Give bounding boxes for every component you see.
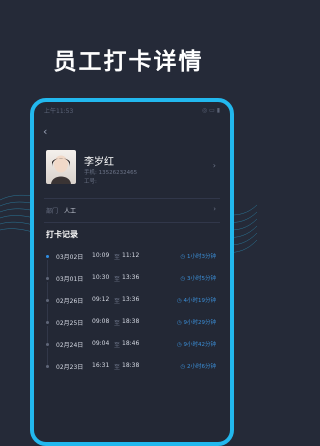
record-date: 03月01日 — [56, 276, 84, 283]
record-to: 至 — [114, 276, 121, 283]
records-section-title: 打卡记录 — [46, 230, 78, 239]
record-row: 02月23日 16:31 至 18:38 ◷ 2小时6分钟 — [46, 362, 218, 374]
record-out: 13:36 — [122, 274, 140, 281]
employee-phone: 手机: 13526232465 — [84, 170, 138, 176]
divider — [44, 222, 220, 223]
timeline-dot-icon — [46, 343, 49, 346]
record-in: 16:31 — [92, 362, 110, 369]
chevron-left-icon: ‹ — [43, 125, 48, 138]
record-row: 03月02日 10:09 至 11:12 ◷ 1小时3分钟 — [46, 252, 218, 280]
status-time: 上午11:53 — [44, 107, 74, 115]
record-out: 13:36 — [122, 296, 140, 303]
record-date: 02月25日 — [56, 320, 84, 327]
record-out: 11:12 — [122, 252, 140, 259]
status-bar: 上午11:53 ◎ ▭ ▮ — [34, 102, 230, 118]
timeline-dot-icon — [46, 365, 49, 368]
record-duration: ◷ 9小时29分钟 — [176, 320, 216, 326]
department-row[interactable]: 部门 人工 › — [46, 205, 218, 216]
record-row: 02月26日 09:12 至 13:36 ◷ 4小时19分钟 — [46, 296, 218, 324]
timeline-dot-icon — [46, 277, 49, 280]
record-date: 02月23日 — [56, 364, 84, 371]
record-duration: ◷ 4小时19分钟 — [176, 298, 216, 304]
record-row: 02月24日 09:04 至 18:46 ◷ 9小时42分钟 — [46, 340, 218, 368]
divider — [44, 198, 220, 199]
record-to: 至 — [114, 342, 121, 349]
back-button[interactable]: ‹ — [43, 126, 53, 138]
record-duration: ◷ 9小时42分钟 — [176, 342, 216, 348]
phone-frame: 上午11:53 ◎ ▭ ▮ ‹ 李岁红 手机: 13526232465 工号: … — [30, 98, 234, 446]
record-duration: ◷ 3小时5分钟 — [180, 276, 216, 282]
timeline-dot-icon — [46, 255, 49, 258]
status-icons: ◎ ▭ ▮ — [201, 106, 220, 114]
avatar — [46, 150, 76, 184]
department-label: 部门 — [46, 208, 59, 215]
record-date: 02月24日 — [56, 342, 84, 349]
record-to: 至 — [114, 254, 121, 261]
record-row: 03月01日 10:30 至 13:36 ◷ 3小时5分钟 — [46, 274, 218, 302]
chevron-right-icon: › — [212, 161, 216, 170]
record-in: 09:04 — [92, 340, 110, 347]
record-in: 10:09 — [92, 252, 110, 259]
record-to: 至 — [114, 320, 121, 327]
record-in: 09:08 — [92, 318, 110, 325]
record-out: 18:38 — [122, 362, 140, 369]
record-in: 10:30 — [92, 274, 110, 281]
record-out: 18:38 — [122, 318, 140, 325]
record-date: 03月02日 — [56, 254, 84, 261]
employee-id: 工号: — [84, 179, 97, 185]
record-row: 02月25日 09:08 至 18:38 ◷ 9小时29分钟 — [46, 318, 218, 346]
record-duration: ◷ 2小时6分钟 — [180, 364, 216, 370]
timeline-dot-icon — [46, 321, 49, 324]
record-duration: ◷ 1小时3分钟 — [180, 254, 216, 260]
department-value: 人工 — [64, 208, 77, 215]
chevron-right-icon: › — [213, 205, 216, 213]
employee-profile-card[interactable]: 李岁红 手机: 13526232465 工号: › — [46, 150, 218, 192]
record-out: 18:46 — [122, 340, 140, 347]
employee-name: 李岁红 — [84, 157, 114, 168]
record-to: 至 — [114, 364, 121, 371]
record-date: 02月26日 — [56, 298, 84, 305]
timeline-dot-icon — [46, 299, 49, 302]
record-to: 至 — [114, 298, 121, 305]
page-headline: 员工打卡详情 — [53, 49, 204, 75]
record-in: 09:12 — [92, 296, 110, 303]
